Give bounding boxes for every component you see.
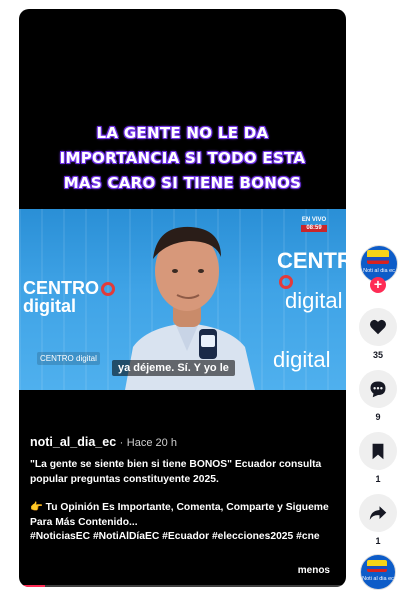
brand-left-sub: digital: [23, 296, 76, 316]
author-line: noti_al_dia_ec · Hace 20 h: [30, 434, 340, 451]
follow-button[interactable]: +: [370, 277, 386, 293]
brand-left-text: CENTRO: [23, 278, 99, 298]
headline-line-1: LA GENTE NO LE DA: [96, 124, 269, 142]
less-toggle[interactable]: menos: [298, 565, 330, 576]
share-count: 1: [375, 536, 381, 546]
post-hashtags[interactable]: #NoticiasEC #NotiAlDíaEC #Ecuador #elecc…: [30, 530, 340, 545]
brand-right-sub: digital: [285, 288, 343, 313]
brand-logo-left: CENTRO digital: [23, 279, 115, 315]
video-subtitle: ya déjeme. Sí. Y yo le: [112, 360, 235, 376]
share-icon: [369, 506, 387, 520]
video-progress-fill: [19, 585, 46, 587]
save-count: 1: [375, 474, 381, 484]
comment-button[interactable]: [359, 370, 397, 408]
comment-count: 9: [375, 412, 381, 422]
heart-icon: [370, 319, 386, 335]
share-button[interactable]: [359, 494, 397, 532]
author-name[interactable]: noti_al_dia_ec: [30, 435, 116, 449]
video-headline: LA GENTE NO LE DA IMPORTANCIA SI TODO ES…: [19, 121, 346, 196]
brand-bottom-logo: digital: [273, 347, 331, 372]
music-disc-avatar[interactable]: Noti al dia ec: [360, 554, 396, 590]
ecuador-flag-icon: [367, 560, 387, 572]
live-badge: EN VIVO 08:59: [301, 217, 327, 232]
description-line-1: "La gente se siente bien si tiene BONOS"…: [30, 459, 322, 485]
video-card[interactable]: LA GENTE NO LE DA IMPORTANCIA SI TODO ES…: [19, 9, 346, 587]
headline-line-3: MAS CARO SI TIENE BONOS: [63, 174, 302, 192]
headline-line-2: IMPORTANCIA SI TODO ESTA: [59, 149, 306, 167]
live-badge-time: 08:59: [301, 225, 327, 232]
live-badge-label: EN VIVO: [301, 217, 327, 223]
post-time: Hace 20 h: [126, 437, 177, 449]
brand-small-logo: CENTRO digital: [37, 352, 100, 365]
brand-logo-right: CENTRO digital: [277, 248, 346, 313]
video-progress-bar[interactable]: [19, 585, 346, 587]
post-meta: noti_al_dia_ec · Hace 20 h "La gente se …: [30, 434, 340, 545]
brand-right-text: CENTRO: [277, 248, 346, 273]
comment-icon: [370, 381, 386, 398]
like-count: 35: [372, 350, 383, 360]
disc-avatar-text: Noti al dia ec: [362, 576, 394, 582]
post-description: "La gente se siente bien si tiene BONOS"…: [30, 458, 340, 545]
save-button[interactable]: [359, 432, 397, 470]
avatar-text: Noti al dia ec: [363, 268, 395, 274]
like-button[interactable]: [359, 308, 397, 346]
ecuador-flag-icon: [367, 250, 389, 264]
post-separator: ·: [119, 437, 124, 449]
description-line-2: 👉 Tu Opinión Es Importante, Comenta, Com…: [30, 502, 329, 528]
bookmark-icon: [372, 443, 384, 459]
